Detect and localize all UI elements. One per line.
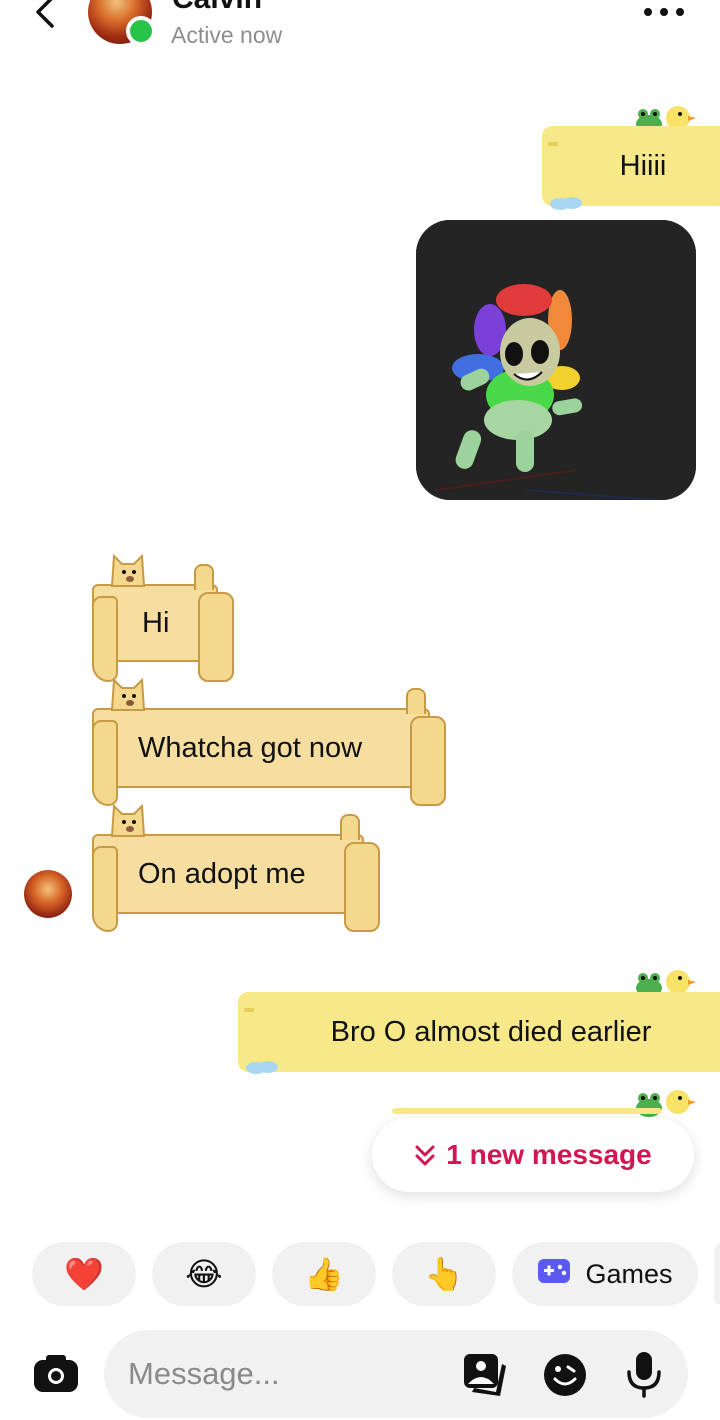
message-bubble-sent[interactable]: Bro O almost died earlier (238, 992, 720, 1072)
character-image (416, 220, 696, 500)
active-status: Active now (171, 22, 283, 48)
message-input[interactable] (128, 1354, 428, 1394)
message-text: Hi (142, 606, 170, 639)
laughing-emoji: 😂 (185, 1256, 223, 1292)
games-controller-icon (537, 1257, 571, 1292)
message-text: Hiiii (619, 149, 667, 182)
quick-react-heart[interactable]: ❤️ (32, 1242, 136, 1306)
quick-react-overflow[interactable] (714, 1242, 720, 1306)
new-message-pill[interactable]: 1 new message (372, 1118, 694, 1192)
quick-react-laugh[interactable]: 😂 (152, 1242, 256, 1306)
message-text: Bro O almost died earlier (330, 1015, 652, 1048)
message-text: On adopt me (138, 857, 306, 890)
pointing-up-emoji: 👆 (424, 1256, 464, 1292)
camera-icon[interactable] (32, 1352, 80, 1396)
image-message[interactable] (416, 220, 696, 500)
cloud-decoration-icon (244, 1058, 280, 1074)
online-status-dot (126, 16, 156, 46)
doge-sticker-icon (108, 552, 148, 588)
doge-sticker-icon (108, 802, 148, 838)
doge-sticker-icon (108, 676, 148, 712)
chevron-double-down-icon (414, 1143, 436, 1167)
cloud-decoration-icon (548, 194, 584, 210)
more-icon[interactable] (640, 0, 688, 24)
message-bubble-received[interactable]: Hi (92, 553, 234, 682)
quick-react-point-up[interactable]: 👆 (392, 1242, 496, 1306)
contact-avatar-small[interactable] (24, 870, 72, 918)
contact-name[interactable]: Calvin (172, 0, 262, 14)
quick-react-thumbs-up[interactable]: 👍 (272, 1242, 376, 1306)
gallery-icon[interactable] (462, 1352, 508, 1398)
thumbs-up-emoji: 👍 (304, 1256, 344, 1292)
games-button[interactable]: Games (512, 1242, 698, 1306)
contact-avatar[interactable] (88, 0, 156, 46)
heart-emoji: ❤️ (64, 1256, 104, 1292)
message-bubble-partial (392, 1108, 662, 1114)
new-message-label: 1 new message (446, 1139, 652, 1170)
back-arrow-icon[interactable] (28, 0, 64, 34)
message-bubble-received[interactable]: Whatcha got now (92, 677, 446, 806)
microphone-icon[interactable] (624, 1350, 664, 1398)
duck-sticker-icon (666, 1086, 696, 1116)
sticker-icon[interactable] (542, 1352, 588, 1398)
message-text: Whatcha got now (138, 731, 363, 764)
message-bubble-received[interactable]: On adopt me (92, 803, 380, 932)
games-label: Games (585, 1258, 673, 1289)
